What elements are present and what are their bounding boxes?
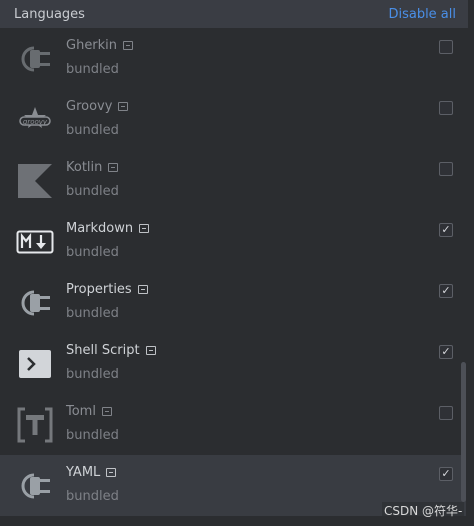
plugin-source: bundled xyxy=(66,245,119,260)
disable-all-link[interactable]: Disable all xyxy=(388,7,456,22)
plugin-name: Shell Script xyxy=(66,343,156,358)
plugin-source: bundled xyxy=(66,367,119,382)
plugin-row-kotlin[interactable]: Kotlin bundled ✓ xyxy=(0,150,466,211)
bundled-badge-icon xyxy=(145,346,156,355)
bundled-badge-icon xyxy=(123,41,134,50)
toml-icon xyxy=(17,407,53,443)
plugin-name: Properties xyxy=(66,282,148,297)
plugin-row-groovy[interactable]: groovy Groovy bundled ✓ xyxy=(0,89,466,150)
plug-icon xyxy=(21,46,50,72)
enable-checkbox[interactable]: ✓ xyxy=(439,40,453,54)
enable-checkbox[interactable]: ✓ xyxy=(439,467,453,481)
plugin-source: bundled xyxy=(66,428,119,443)
plugin-source: bundled xyxy=(66,184,119,199)
groovy-logo-icon: groovy xyxy=(19,107,51,128)
languages-header: Languages Disable all xyxy=(0,0,468,28)
plugin-name: Groovy xyxy=(66,99,129,114)
enable-checkbox[interactable]: ✓ xyxy=(439,284,453,298)
plugin-row-gherkin[interactable]: Gherkin bundled ✓ xyxy=(0,28,466,89)
bundled-badge-icon xyxy=(139,224,150,233)
plugin-source: bundled xyxy=(66,306,119,321)
bundled-badge-icon xyxy=(118,102,129,111)
bundled-badge-icon xyxy=(101,407,112,416)
scrollbar-track[interactable] xyxy=(466,28,474,526)
plugin-name: Toml xyxy=(66,404,112,419)
plugin-name: Gherkin xyxy=(66,38,134,53)
plugin-source: bundled xyxy=(66,123,119,138)
section-title: Languages xyxy=(14,6,85,22)
plugin-source: bundled xyxy=(66,489,119,504)
plugin-name: Kotlin xyxy=(66,160,119,175)
svg-text:groovy: groovy xyxy=(23,118,48,126)
plug-icon xyxy=(21,290,50,316)
scrollbar-thumb[interactable] xyxy=(461,362,466,502)
kotlin-icon xyxy=(18,164,52,198)
plugin-list: Gherkin bundled ✓ groovy Groovy bundled … xyxy=(0,28,466,516)
bundled-badge-icon xyxy=(137,285,148,294)
enable-checkbox[interactable]: ✓ xyxy=(439,406,453,420)
plugin-name: Markdown xyxy=(66,221,150,236)
plugin-row-shell-script[interactable]: Shell Script bundled ✓ xyxy=(0,333,466,394)
bundled-badge-icon xyxy=(108,163,119,172)
terminal-icon xyxy=(19,350,51,378)
enable-checkbox[interactable]: ✓ xyxy=(439,223,453,237)
plug-icon xyxy=(21,473,50,499)
enable-checkbox[interactable]: ✓ xyxy=(439,345,453,359)
bundled-badge-icon xyxy=(106,468,117,477)
plugin-row-markdown[interactable]: Markdown bundled ✓ xyxy=(0,211,466,272)
enable-checkbox[interactable]: ✓ xyxy=(439,162,453,176)
plugin-source: bundled xyxy=(66,62,119,77)
enable-checkbox[interactable]: ✓ xyxy=(439,101,453,115)
plugin-name: YAML xyxy=(66,465,117,480)
markdown-icon xyxy=(16,230,54,254)
plugin-row-properties[interactable]: Properties bundled ✓ xyxy=(0,272,466,333)
plugin-row-toml[interactable]: Toml bundled ✓ xyxy=(0,394,466,455)
watermark: CSDN @符华- xyxy=(382,502,465,519)
